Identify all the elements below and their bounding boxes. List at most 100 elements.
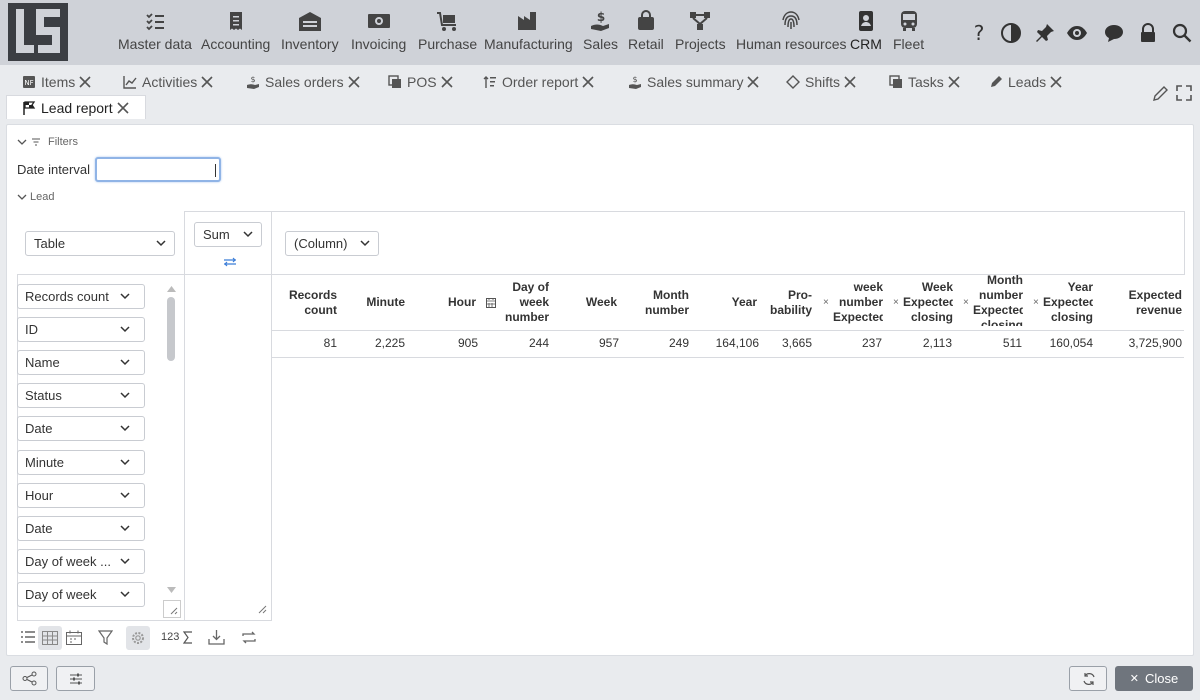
nav-master-data[interactable]: Master data bbox=[118, 10, 192, 52]
nav-human-resources[interactable]: Human resources bbox=[736, 10, 847, 52]
close-button[interactable]: ✕ Close bbox=[1115, 666, 1193, 691]
help-icon[interactable]: ? bbox=[968, 22, 990, 44]
close-icon[interactable] bbox=[200, 75, 214, 89]
remove-column-icon[interactable]: × bbox=[963, 297, 969, 308]
aggregate-select[interactable]: Sum bbox=[194, 222, 262, 247]
tab-lead-report[interactable]: Lead report bbox=[6, 95, 146, 119]
chat-icon[interactable] bbox=[1103, 22, 1125, 44]
field-name[interactable]: Name bbox=[17, 350, 145, 375]
nav-crm[interactable]: CRM bbox=[850, 10, 882, 52]
swap-icon[interactable] bbox=[223, 257, 237, 267]
sum-icon[interactable] bbox=[183, 631, 193, 644]
nav-accounting[interactable]: Accounting bbox=[201, 10, 270, 52]
col-header-probability[interactable]: Pro-bability bbox=[762, 288, 812, 318]
settings-button[interactable] bbox=[126, 626, 150, 650]
field-date[interactable]: Date bbox=[17, 416, 145, 441]
table-view-button[interactable] bbox=[38, 626, 62, 650]
pivot-divider bbox=[184, 211, 185, 621]
chevron-down-icon bbox=[120, 459, 130, 466]
col-header-week[interactable]: Week bbox=[567, 295, 617, 310]
field-date-2[interactable]: Date bbox=[17, 516, 145, 541]
close-icon[interactable] bbox=[843, 75, 857, 89]
col-header-month-number[interactable]: Month number bbox=[627, 288, 689, 318]
app-logo[interactable] bbox=[8, 3, 68, 61]
field-hour[interactable]: Hour bbox=[17, 483, 145, 508]
close-icon[interactable] bbox=[347, 75, 361, 89]
nav-fleet[interactable]: Fleet bbox=[893, 10, 924, 52]
search-icon[interactable] bbox=[1171, 22, 1193, 44]
col-header-records-count[interactable]: Records count bbox=[287, 288, 337, 318]
filters-section-toggle[interactable]: Filters bbox=[17, 136, 78, 148]
nav-projects[interactable]: Projects bbox=[675, 10, 726, 52]
tab-sales-summary[interactable]: $ Sales summary bbox=[628, 74, 760, 90]
edit-icon[interactable] bbox=[1152, 85, 1169, 102]
calendar-icon[interactable] bbox=[486, 297, 496, 308]
resize-handle-icon[interactable] bbox=[163, 600, 181, 618]
tab-sales-orders[interactable]: $ Sales orders bbox=[246, 74, 361, 90]
col-header-expected-revenue[interactable]: Expected revenue bbox=[1107, 288, 1182, 318]
close-icon[interactable] bbox=[581, 75, 595, 89]
col-header-hour[interactable]: Hour bbox=[427, 295, 476, 310]
options-button[interactable] bbox=[56, 666, 95, 691]
eye-icon[interactable] bbox=[1066, 22, 1088, 44]
download-icon[interactable] bbox=[208, 629, 225, 645]
share-button[interactable] bbox=[10, 666, 48, 691]
tab-leads[interactable]: Leads bbox=[989, 74, 1063, 90]
col-header-day-of-week-number[interactable]: Day of week number bbox=[502, 280, 549, 325]
field-minute[interactable]: Minute bbox=[17, 450, 145, 475]
lock-icon[interactable] bbox=[1137, 22, 1159, 44]
field-day-of-week-number[interactable]: Day of week ... bbox=[17, 549, 145, 574]
scroll-down-arrow[interactable] bbox=[167, 587, 176, 594]
date-interval-input[interactable] bbox=[95, 157, 221, 182]
nav-manufacturing[interactable]: Manufacturing bbox=[484, 10, 573, 52]
col-header-year-expected-closing[interactable]: Year Expected closing bbox=[1043, 280, 1093, 325]
field-records-count[interactable]: Records count bbox=[17, 284, 145, 309]
close-icon[interactable] bbox=[440, 75, 454, 89]
fullscreen-icon[interactable] bbox=[1176, 85, 1192, 101]
list-view-icon[interactable] bbox=[20, 630, 36, 644]
close-icon[interactable] bbox=[746, 75, 760, 89]
col-header-minute[interactable]: Minute bbox=[347, 295, 405, 310]
remove-column-icon[interactable]: × bbox=[1033, 297, 1039, 308]
filter-icon[interactable] bbox=[98, 630, 113, 645]
resize-handle-icon[interactable] bbox=[257, 604, 267, 614]
col-header-week-number-expected[interactable]: week number Expected bbox=[833, 280, 883, 325]
reload-button[interactable] bbox=[1069, 666, 1107, 691]
close-icon[interactable] bbox=[947, 75, 961, 89]
close-icon[interactable] bbox=[78, 75, 92, 89]
contrast-icon[interactable] bbox=[1000, 22, 1022, 44]
col-header-week-expected-closing[interactable]: Week Expected closing bbox=[903, 280, 953, 325]
table-header-border bbox=[272, 330, 1184, 331]
column-select[interactable]: (Column) bbox=[285, 231, 379, 256]
close-icon[interactable] bbox=[116, 101, 130, 115]
pin-icon[interactable] bbox=[1034, 22, 1056, 44]
lead-section-toggle[interactable]: Lead bbox=[17, 191, 54, 203]
field-status[interactable]: Status bbox=[17, 383, 145, 408]
nav-invoicing[interactable]: Invoicing bbox=[351, 10, 406, 52]
field-id[interactable]: ID bbox=[17, 317, 145, 342]
view-type-select[interactable]: Table bbox=[25, 231, 175, 256]
tab-activities[interactable]: Activities bbox=[123, 74, 214, 90]
chevron-down-icon bbox=[120, 558, 130, 565]
table-cell: 81 bbox=[323, 336, 337, 350]
remove-column-icon[interactable]: × bbox=[893, 297, 899, 308]
tab-order-report[interactable]: Order report bbox=[483, 74, 595, 90]
tab-tasks[interactable]: Tasks bbox=[889, 74, 961, 90]
field-day-of-week[interactable]: Day of week bbox=[17, 582, 145, 607]
tab-pos[interactable]: POS bbox=[388, 74, 454, 90]
calendar-view-icon[interactable] bbox=[66, 630, 82, 645]
col-header-year[interactable]: Year bbox=[707, 295, 757, 310]
field-list-scrollbar[interactable] bbox=[167, 297, 175, 361]
close-icon[interactable] bbox=[1049, 75, 1063, 89]
refresh-icon[interactable] bbox=[240, 630, 258, 645]
remove-column-icon[interactable]: × bbox=[823, 297, 829, 308]
number-format-button[interactable]: 123 bbox=[161, 631, 179, 643]
tab-shifts[interactable]: Shifts bbox=[786, 74, 857, 90]
nav-purchase[interactable]: Purchase bbox=[418, 10, 477, 52]
nav-retail[interactable]: Retail bbox=[628, 10, 664, 52]
nav-sales[interactable]: $ Sales bbox=[583, 10, 618, 52]
scroll-up-arrow[interactable] bbox=[167, 285, 176, 292]
tab-items[interactable]: NF Items bbox=[22, 74, 92, 90]
col-header-month-number-expected-closing[interactable]: Month number Expected closing bbox=[973, 273, 1023, 326]
nav-inventory[interactable]: Inventory bbox=[281, 10, 339, 52]
